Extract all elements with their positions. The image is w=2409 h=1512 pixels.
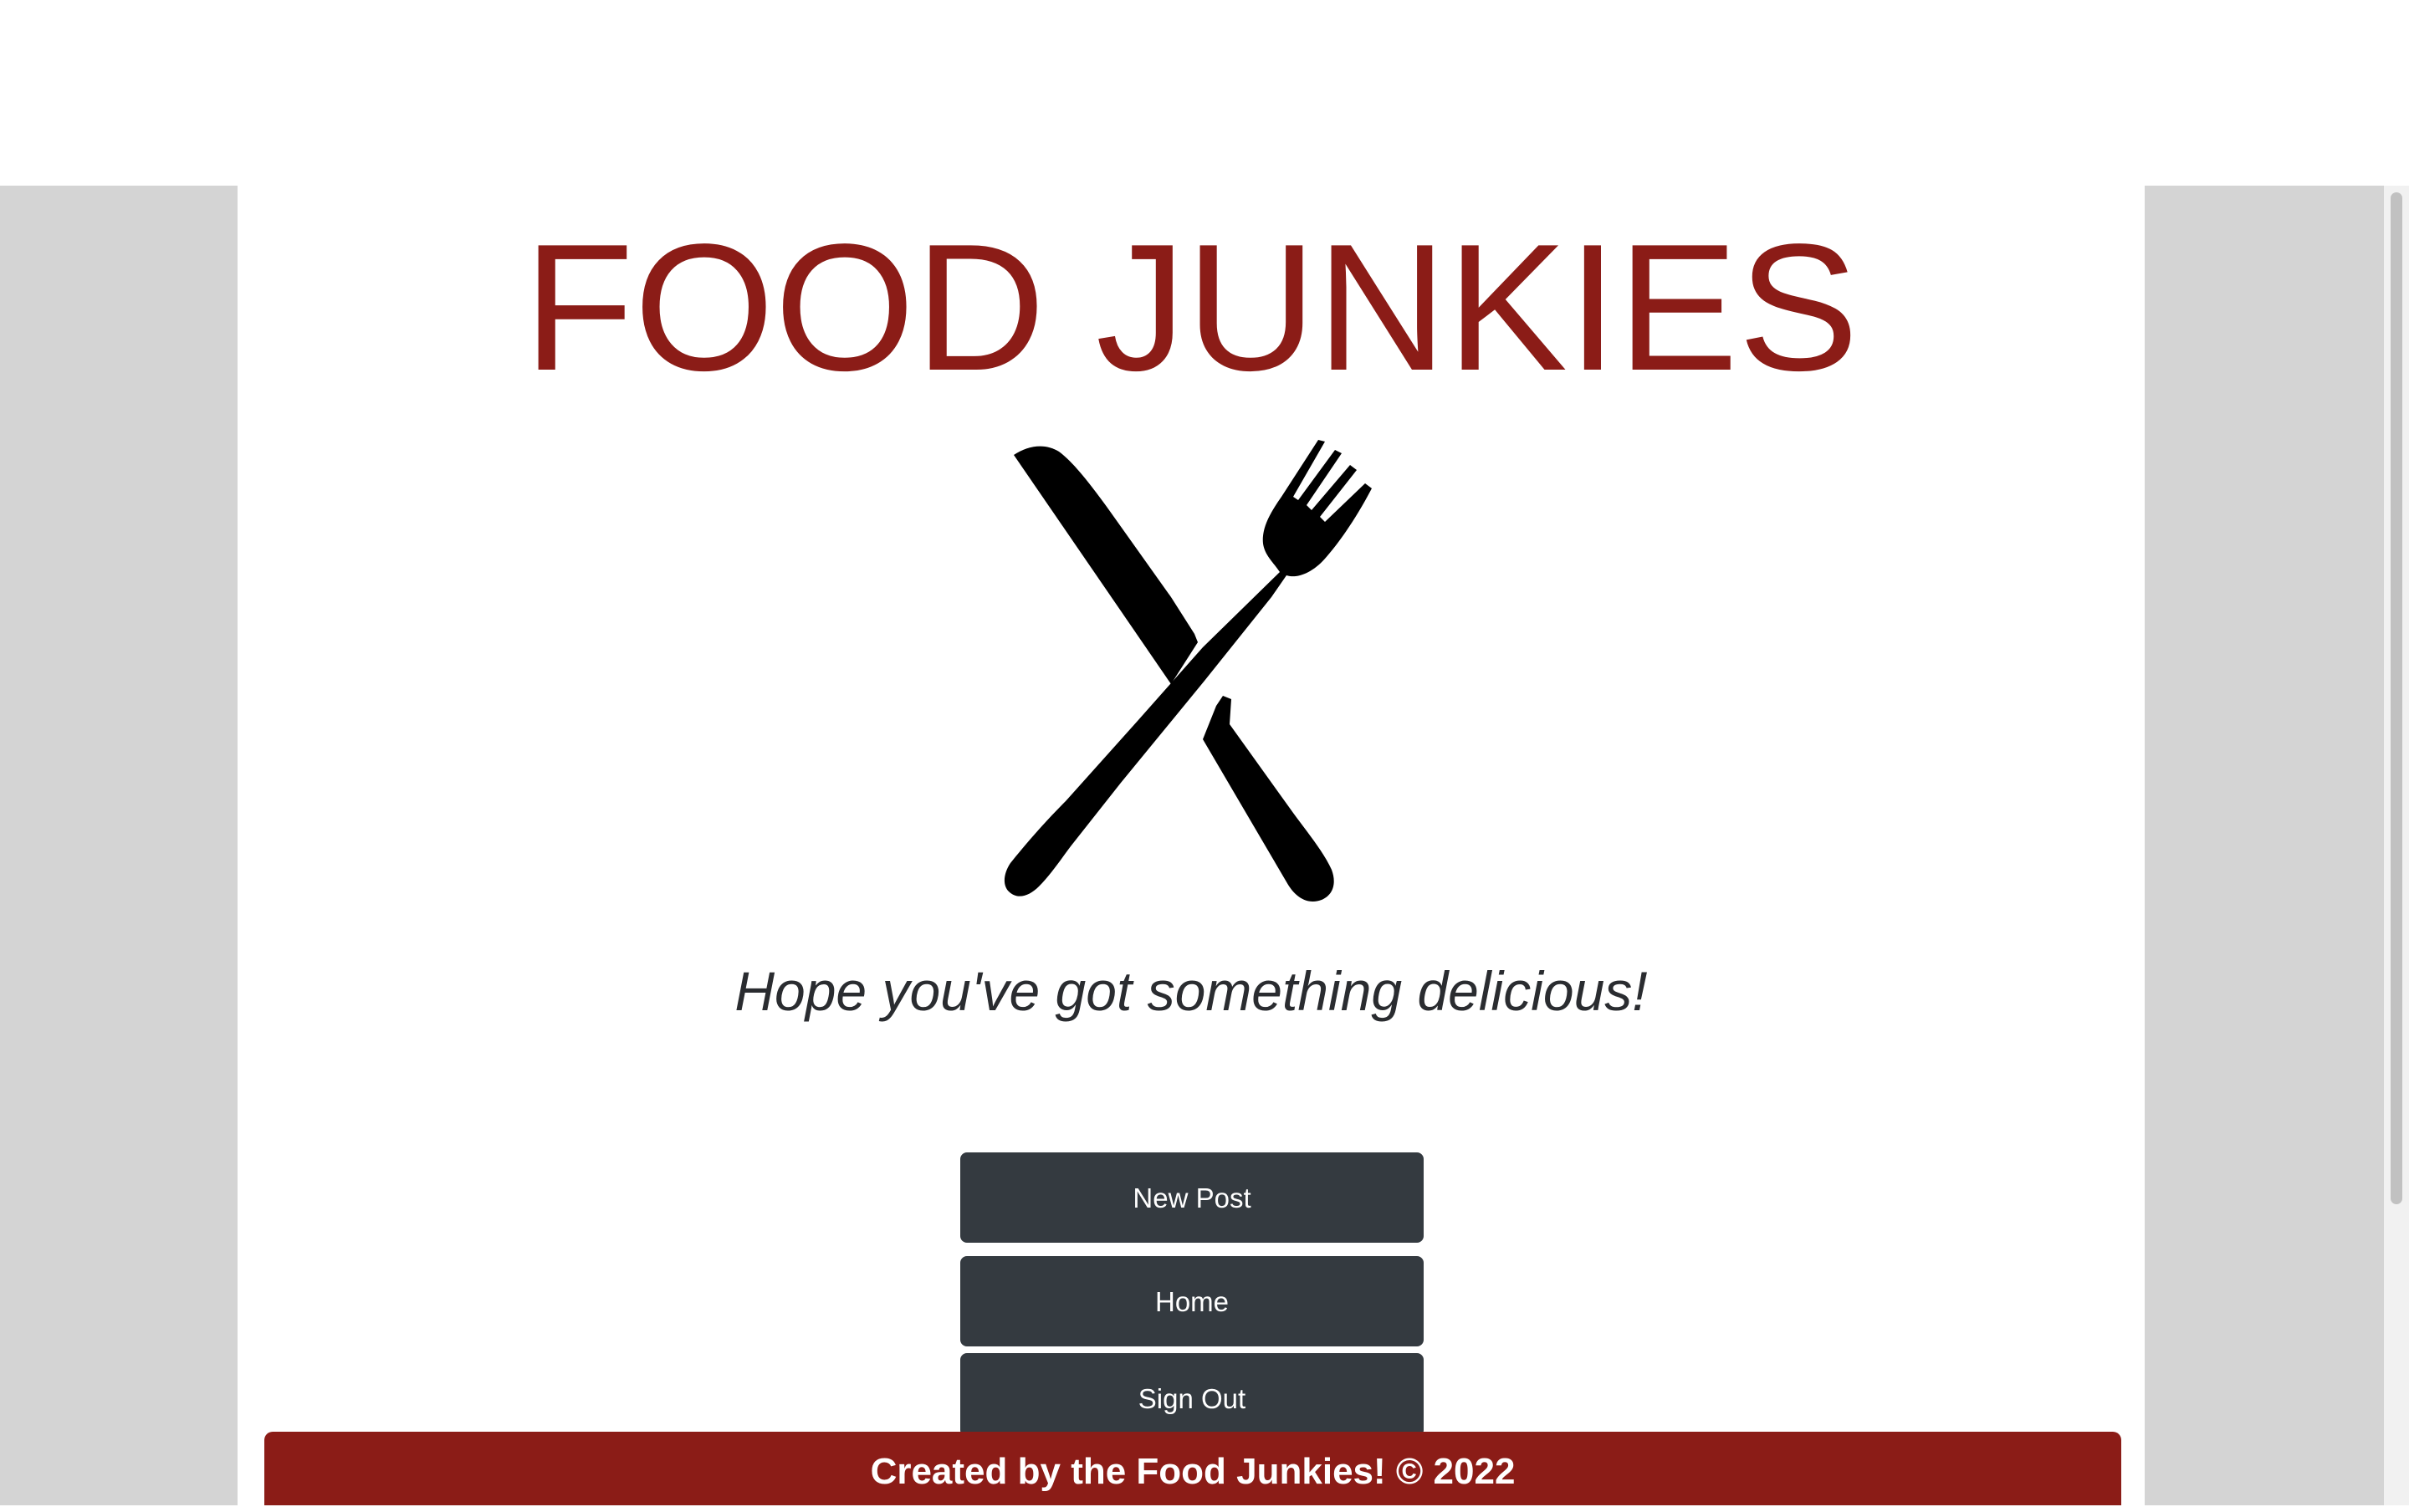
vertical-scrollbar[interactable] [2384,186,2409,1505]
page-viewport: FOOD JUNKIES Hope you've got something d… [0,186,2409,1505]
site-title: FOOD JUNKIES [523,206,1859,408]
scrollbar-thumb[interactable] [2391,192,2402,1204]
knife-handle [1203,696,1334,902]
crossed-knife-fork-icon [1004,440,1372,902]
browser-top-area [0,0,2409,186]
sign-out-button[interactable]: Sign Out [960,1353,1424,1437]
site-footer: Created by the Food Junkies! © 2022 [264,1432,2121,1505]
knife-blade [1014,446,1198,684]
main-container: FOOD JUNKIES Hope you've got something d… [238,186,2145,1505]
new-post-button[interactable]: New Post [960,1152,1424,1243]
tagline: Hope you've got something delicious! [734,960,1648,1022]
home-button[interactable]: Home [960,1256,1424,1346]
